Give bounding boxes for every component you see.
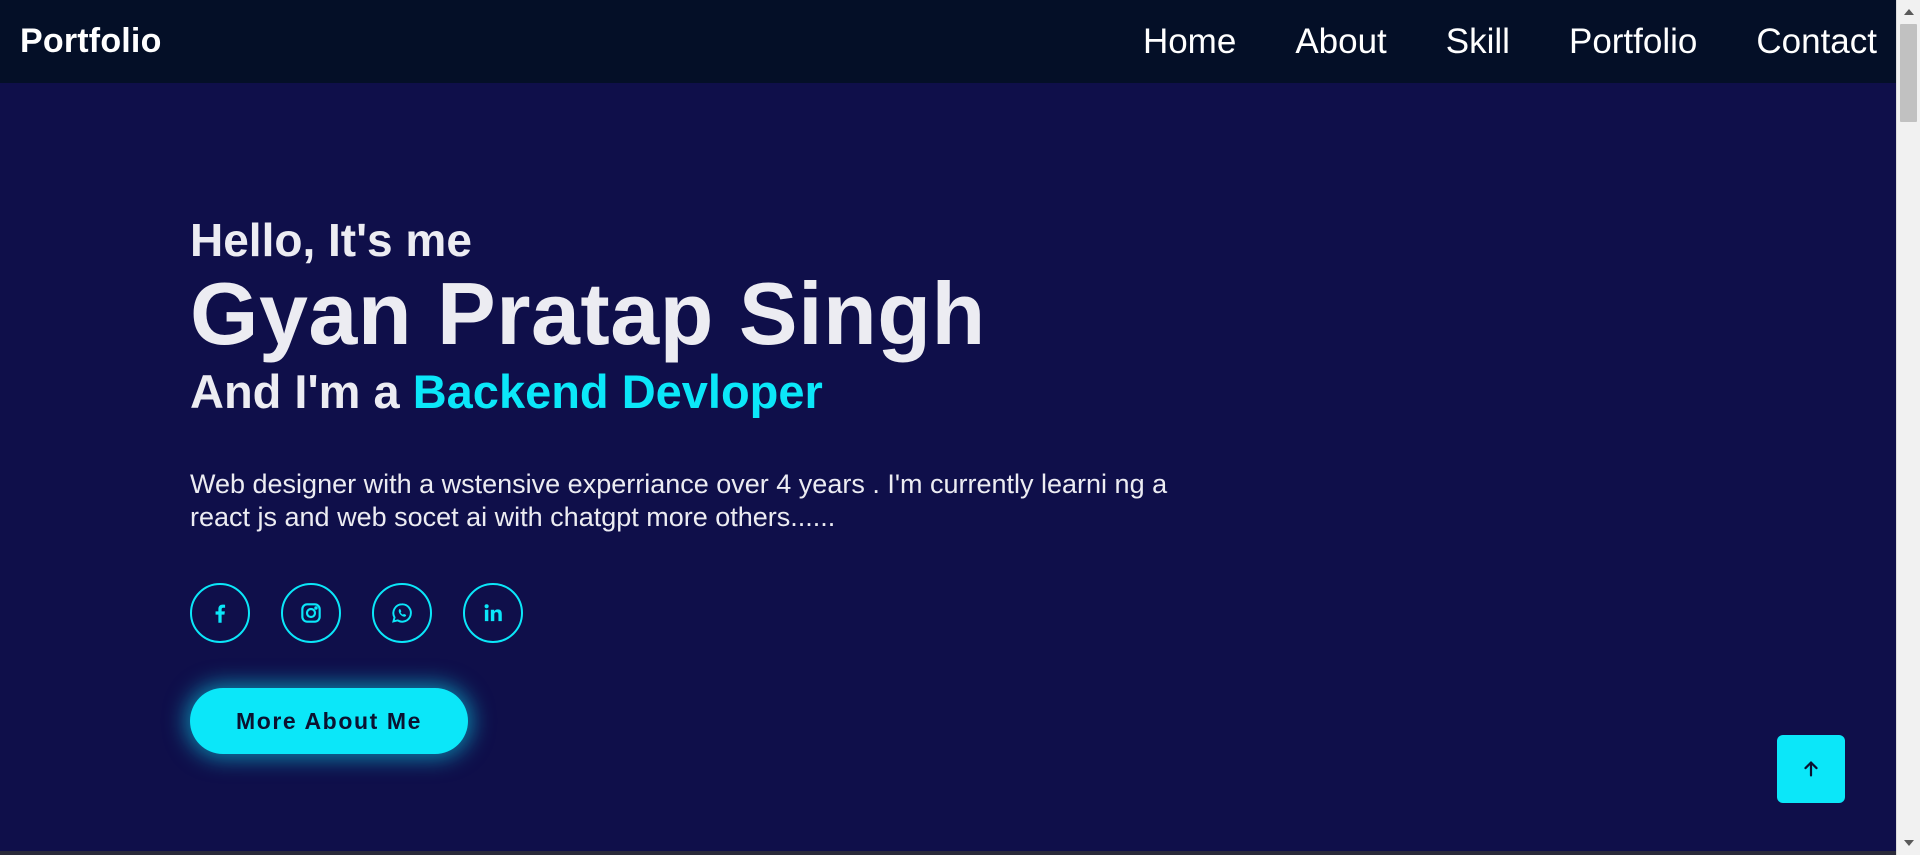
nav-portfolio[interactable]: Portfolio: [1569, 22, 1697, 62]
instagram-link[interactable]: [281, 583, 341, 643]
hero-name: Gyan Pratap Singh: [190, 264, 986, 363]
arrow-up-icon: [1804, 761, 1818, 777]
nav-contact[interactable]: Contact: [1756, 22, 1877, 62]
scrollbar-thumb[interactable]: [1900, 24, 1917, 122]
portfolio-page: Portfolio Home About Skill Portfolio Con…: [0, 0, 1920, 855]
instagram-icon: [301, 603, 321, 623]
facebook-link[interactable]: [190, 583, 250, 643]
nav-skill[interactable]: Skill: [1446, 22, 1510, 62]
vertical-scrollbar[interactable]: [1896, 0, 1920, 855]
main-nav: Home About Skill Portfolio Contact: [1084, 22, 1877, 62]
hero-section: Hello, It's me Gyan Pratap Singh And I'm…: [190, 210, 1190, 754]
facebook-icon: [215, 604, 226, 623]
hero-role: And I'm a Backend Devloper: [190, 362, 1190, 422]
linkedin-icon: [484, 604, 502, 622]
more-about-me-button[interactable]: More About Me: [190, 688, 468, 754]
nav-home[interactable]: Home: [1143, 22, 1236, 62]
linkedin-link[interactable]: [463, 583, 523, 643]
brand-logo[interactable]: Portfolio: [20, 22, 162, 61]
scroll-to-top-button[interactable]: [1777, 735, 1845, 803]
scroll-down-arrow[interactable]: [1897, 833, 1920, 853]
scroll-up-arrow[interactable]: [1897, 2, 1920, 22]
hero-description: Web designer with a wstensive experrianc…: [190, 469, 1168, 532]
whatsapp-link[interactable]: [372, 583, 432, 643]
role-highlight: Backend Devloper: [412, 365, 823, 418]
navbar: Portfolio Home About Skill Portfolio Con…: [0, 0, 1896, 83]
hero-greeting: Hello, It's me: [190, 214, 472, 266]
nav-about[interactable]: About: [1295, 22, 1386, 62]
role-prefix: And I'm a: [190, 365, 400, 418]
bottom-edge: [0, 851, 1896, 855]
social-links: [190, 583, 1190, 643]
whatsapp-icon: [392, 603, 412, 623]
